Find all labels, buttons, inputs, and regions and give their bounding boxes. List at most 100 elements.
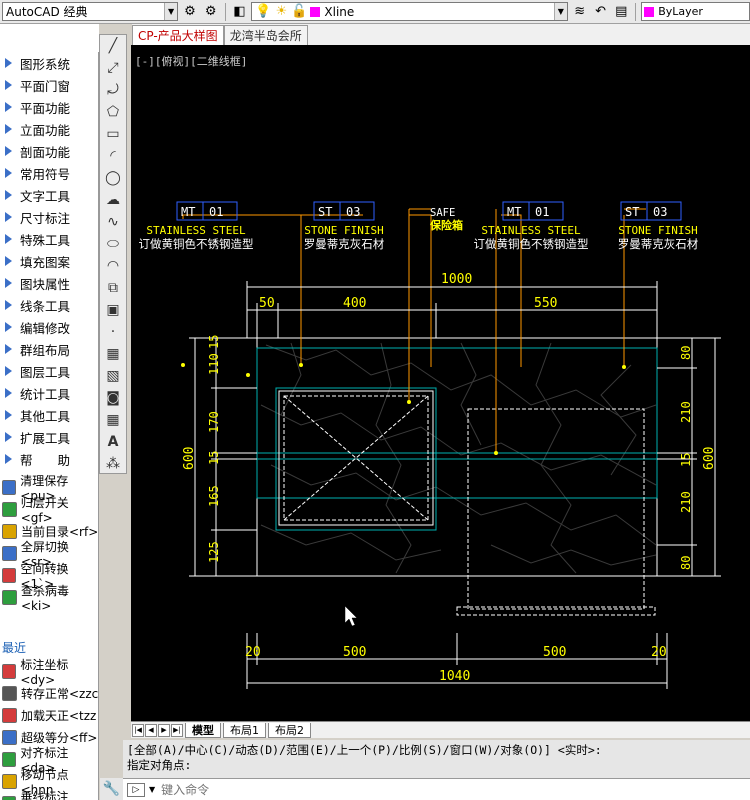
recent-command-item[interactable]: 加载天正<tzz	[0, 704, 99, 726]
recent-command-item[interactable]: 转存正常<zzc	[0, 682, 99, 704]
menu-item[interactable]: 平面门窗	[0, 74, 99, 96]
line-icon[interactable]: ╱	[100, 35, 126, 57]
command-icon	[2, 707, 17, 723]
menu-item[interactable]: 特殊工具	[0, 228, 99, 250]
tab-model[interactable]: 模型	[185, 722, 221, 738]
triangle-right-icon	[5, 124, 12, 134]
last-tab-icon[interactable]: ▶|	[171, 723, 183, 737]
menu-item-label: 扩展工具	[20, 430, 71, 446]
table-icon[interactable]: ▦	[100, 409, 126, 431]
first-tab-icon[interactable]: |◀	[132, 723, 144, 737]
menu-item[interactable]: 群组布局	[0, 338, 99, 360]
menu-item[interactable]: 常用符号	[0, 162, 99, 184]
ellipse-arc-icon[interactable]: ◠	[100, 255, 126, 277]
menu-item[interactable]: 编辑修改	[0, 316, 99, 338]
menu-item[interactable]: 图形系统	[0, 52, 99, 74]
tag-number: 01	[535, 205, 549, 219]
polygon-icon[interactable]: ⬠	[100, 101, 126, 123]
dim-left-e: 125	[207, 541, 221, 563]
menu-item-label: 文字工具	[20, 188, 71, 204]
next-tab-icon[interactable]: ▶	[158, 723, 170, 737]
polyline-icon[interactable]: ⤾	[100, 79, 126, 101]
command-item[interactable]: 查杀病毒<ki>	[0, 584, 99, 613]
layer-select[interactable]: 💡 ☀ 🔓 Xline ▼	[251, 2, 568, 21]
file-tab[interactable]: 龙湾半岛会所	[223, 25, 308, 45]
menu-item[interactable]: 立面功能	[0, 118, 99, 140]
menu-item-label: 特殊工具	[20, 232, 71, 248]
bulb-icon: 💡	[255, 4, 272, 19]
tag-material-en: STONE FINISH	[304, 224, 383, 237]
recent-header: 最近	[2, 641, 27, 655]
triangle-right-icon	[5, 168, 12, 178]
command-icon	[2, 589, 17, 605]
make-block-icon[interactable]: ▣	[100, 299, 126, 321]
add-selected-icon[interactable]: ⁂	[100, 453, 126, 475]
gear-icon[interactable]: ⚙	[181, 3, 199, 21]
region-icon[interactable]: ◙	[100, 387, 126, 409]
triangle-right-icon	[5, 80, 12, 90]
recent-command-item[interactable]: 垂线标注<bz>	[0, 790, 99, 800]
workspace-select[interactable]: AutoCAD 经典 ▼	[2, 2, 179, 21]
dim-left-d: 165	[207, 485, 221, 507]
menu-item[interactable]: 扩展工具	[0, 426, 99, 448]
autocad-window: AutoCAD 经典 ▼ ⚙ ⚙ ◧ 💡 ☀ 🔓 Xline ▼ ≋ ↶ ▤ B…	[0, 0, 750, 800]
viewport-label[interactable]: [-][俯视][二维线框]	[135, 54, 247, 68]
drawing-canvas[interactable]: [-][俯视][二维线框] MT 01 STAINLESS STEEL 订做黄铜…	[131, 45, 750, 721]
tag-code: MT	[181, 205, 195, 219]
menu-item[interactable]: 尺寸标注	[0, 206, 99, 228]
command-line[interactable]: ▷ ▼	[123, 778, 750, 800]
construction-line-icon[interactable]: ⤢	[100, 57, 126, 79]
menu-item[interactable]: 剖面功能	[0, 140, 99, 162]
hatch-icon[interactable]: ▦	[100, 343, 126, 365]
menu-item[interactable]: 图层工具	[0, 360, 99, 382]
recent-command-item[interactable]: 标注坐标<dy>	[0, 658, 99, 687]
previous-layer-icon[interactable]: ↶	[592, 3, 610, 21]
dim-top-right: 550	[534, 296, 557, 311]
command-item-label: 查杀病毒<ki>	[20, 583, 69, 613]
tag-code: MT	[507, 205, 521, 219]
command-item-label: 垂线标注<bz>	[20, 789, 69, 800]
text-icon[interactable]: A	[100, 431, 126, 453]
ellipse-icon[interactable]: ⬭	[100, 233, 126, 255]
tag-number: 01	[209, 205, 223, 219]
prev-tab-icon[interactable]: ◀	[145, 723, 157, 737]
point-icon[interactable]: ·	[100, 321, 126, 343]
gradient-icon[interactable]: ▧	[100, 365, 126, 387]
dim-right-d: 210	[679, 491, 693, 513]
wrench-icon[interactable]: 🔧	[100, 778, 123, 800]
command-input[interactable]	[161, 782, 682, 797]
revision-cloud-icon[interactable]: ☁	[100, 189, 126, 211]
layer-manager-icon[interactable]: ◧	[231, 3, 249, 21]
color-label: ByLayer	[658, 5, 703, 18]
tab-layout2[interactable]: 布局2	[268, 722, 311, 738]
menu-item[interactable]: 文字工具	[0, 184, 99, 206]
layer-state-icon[interactable]: ▤	[612, 3, 630, 21]
match-layer-icon[interactable]: ≋	[571, 3, 589, 21]
menu-item-label: 编辑修改	[20, 320, 71, 336]
menu-item[interactable]: 帮 助	[0, 448, 99, 470]
menu-item[interactable]: 统计工具	[0, 382, 99, 404]
menu-item[interactable]: 平面功能	[0, 96, 99, 118]
insert-block-icon[interactable]: ⧉	[100, 277, 126, 299]
draw-toolbar: ╱ ⤢ ⤾ ⬠ ▭ ◜ ◯ ☁ ∿ ⬭ ◠ ⧉ ▣ · ▦ ▧ ◙ ▦ A ⁂	[99, 34, 127, 474]
rectangle-icon[interactable]: ▭	[100, 123, 126, 145]
arc-icon[interactable]: ◜	[100, 145, 126, 167]
safe-cn-label: 保险箱	[429, 218, 463, 232]
workspace-settings-icon[interactable]: ⚙	[202, 3, 220, 21]
file-tab-active[interactable]: CP-产品大样图	[132, 25, 224, 45]
dim-right-e: 80	[679, 556, 693, 570]
menu-item[interactable]: 图块属性	[0, 272, 99, 294]
chevron-down-icon[interactable]: ▼	[149, 785, 155, 794]
command-icon	[2, 523, 17, 539]
dim-bottom-d: 20	[651, 645, 667, 660]
color-select[interactable]: ByLayer	[641, 2, 750, 21]
spline-icon[interactable]: ∿	[100, 211, 126, 233]
menu-item[interactable]: 填充图案	[0, 250, 99, 272]
command-item[interactable]: 归层开关<gf>	[0, 496, 99, 525]
tab-layout1[interactable]: 布局1	[223, 722, 266, 738]
circle-icon[interactable]: ◯	[100, 167, 126, 189]
command-prompt-icon[interactable]: ▷	[127, 782, 145, 797]
menu-item[interactable]: 其他工具	[0, 404, 99, 426]
menu-item[interactable]: 线条工具	[0, 294, 99, 316]
menu-item-label: 群组布局	[20, 342, 71, 358]
